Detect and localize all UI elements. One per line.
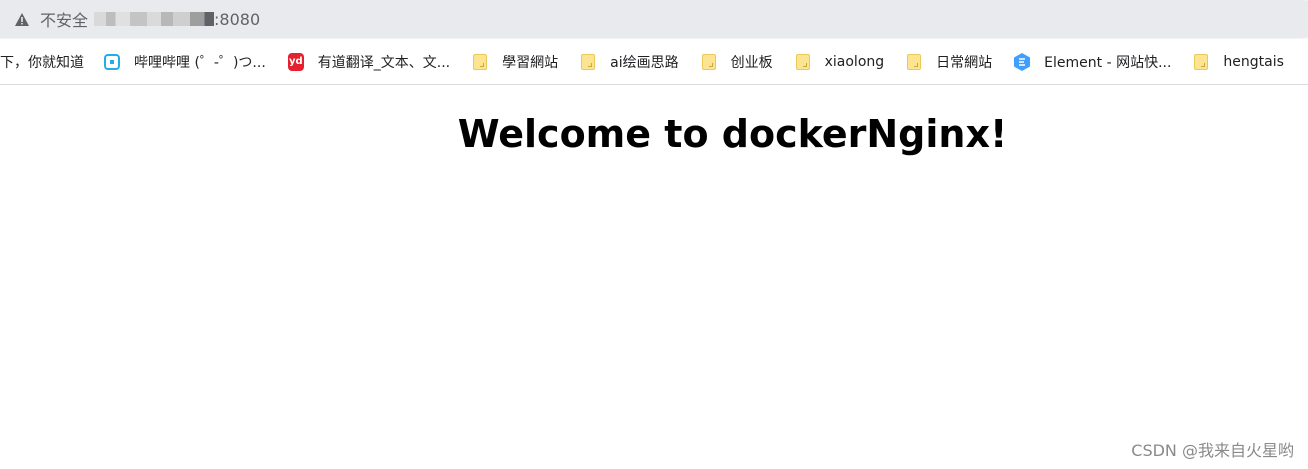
browser-address-bar: 不安全 :8080	[0, 0, 1308, 39]
folder-icon	[580, 53, 596, 70]
bookmark-label: 创业板	[730, 54, 773, 71]
folder-icon	[701, 53, 717, 70]
bookmark-item[interactable]: 下，你就知道	[0, 48, 84, 76]
csdn-watermark: CSDN @我来自火星哟	[1131, 441, 1294, 460]
page-heading: Welcome to dockerNginx!	[457, 112, 1008, 156]
security-label[interactable]: 不安全	[40, 7, 88, 31]
redacted-host	[94, 12, 215, 26]
bookmark-folder[interactable]: 创业板	[701, 48, 773, 76]
bookmark-folder[interactable]: xiaolong	[795, 48, 885, 76]
folder-icon	[906, 53, 922, 70]
bookmark-label: 下，你就知道	[0, 54, 84, 71]
folder-icon	[1193, 53, 1209, 70]
bookmark-label: 有道翻译_文本、文...	[317, 54, 451, 71]
bookmark-folder[interactable]: 學習網站	[472, 48, 558, 76]
bookmark-label: 學習網站	[502, 54, 559, 71]
bookmark-label: hengtais	[1223, 53, 1284, 70]
bookmarks-bar: 下，你就知道 哔哩哔哩 (゜-゜)つ... yd 有道翻译_文本、文... 學習…	[0, 39, 1308, 85]
folder-icon	[795, 53, 811, 70]
bookmark-label: ai绘画思路	[610, 54, 679, 71]
folder-icon	[472, 53, 488, 70]
youdao-icon: yd	[287, 52, 304, 71]
bookmark-youdao[interactable]: yd 有道翻译_文本、文...	[287, 48, 451, 76]
bookmark-label: 日常網站	[936, 54, 993, 71]
bookmark-folder[interactable]: 日常網站	[906, 48, 992, 76]
url-text[interactable]: :8080	[214, 10, 260, 29]
bilibili-icon	[104, 53, 120, 70]
bookmark-label: 哔哩哔哩 (゜-゜)つ...	[134, 54, 266, 71]
bookmark-folder[interactable]: ai绘画思路	[580, 48, 679, 76]
omnibox[interactable]: 不安全 :8080	[0, 0, 1308, 38]
warning-triangle-icon[interactable]	[14, 11, 30, 27]
bookmark-label: xiaolong	[824, 53, 885, 70]
element-icon	[1014, 52, 1031, 71]
bookmark-element[interactable]: Element - 网站快...	[1014, 48, 1171, 76]
bookmark-label: Element - 网站快...	[1044, 54, 1172, 71]
bookmark-bilibili[interactable]: 哔哩哔哩 (゜-゜)つ...	[104, 48, 266, 76]
bookmark-folder[interactable]: hengtais	[1193, 48, 1284, 76]
